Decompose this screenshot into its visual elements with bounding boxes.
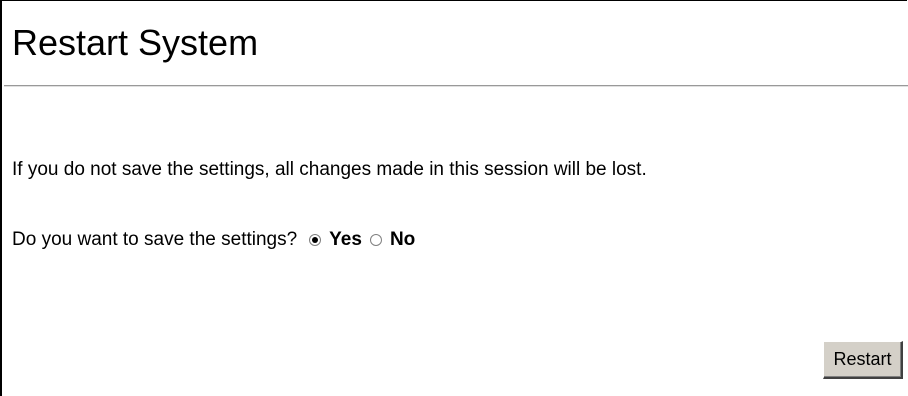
save-yes-option[interactable]: Yes bbox=[309, 228, 362, 252]
unsaved-changes-notice: If you do not save the settings, all cha… bbox=[12, 159, 647, 180]
title-divider bbox=[4, 85, 908, 87]
save-settings-question: Do you want to save the settings? bbox=[12, 229, 298, 250]
content-frame: Restart System If you do not save the se… bbox=[0, 0, 908, 396]
save-yes-radio[interactable] bbox=[309, 234, 322, 246]
save-no-label[interactable]: No bbox=[390, 228, 415, 252]
save-yes-label[interactable]: Yes bbox=[329, 228, 362, 252]
save-no-radio[interactable] bbox=[369, 234, 382, 246]
page-title: Restart System bbox=[12, 22, 259, 63]
save-no-option[interactable]: No bbox=[369, 228, 415, 252]
restart-button[interactable]: Restart bbox=[823, 341, 903, 379]
save-settings-prompt: Do you want to save the settings? Yes No bbox=[12, 228, 423, 252]
